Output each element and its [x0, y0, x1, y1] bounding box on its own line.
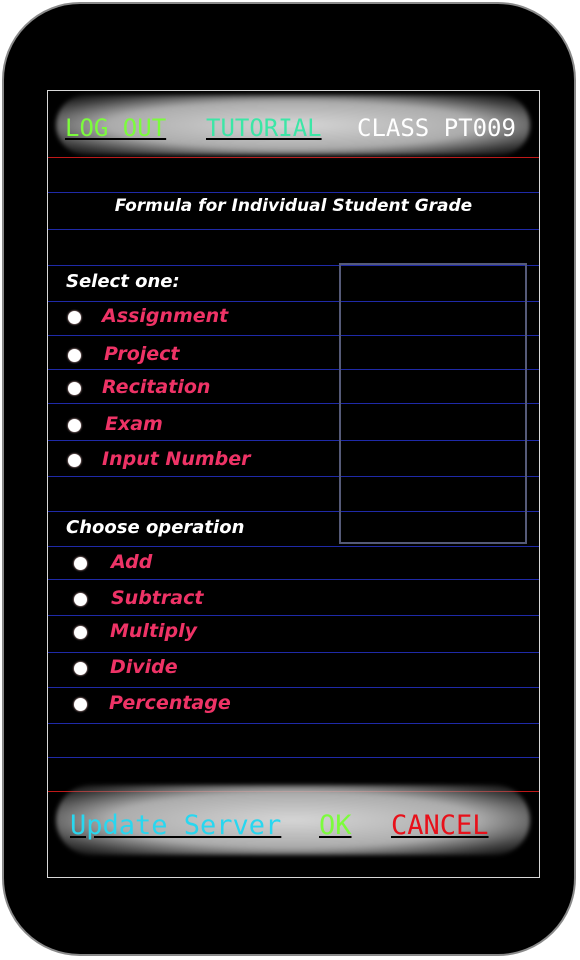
option-label: Project	[104, 343, 180, 365]
ruled-line	[48, 615, 539, 616]
ruled-line	[48, 157, 539, 158]
radio-percentage[interactable]: Percentage	[74, 692, 274, 718]
ruled-line	[48, 546, 539, 547]
radio-dot-icon	[74, 698, 87, 711]
option-label: Add	[111, 551, 153, 573]
radio-divide[interactable]: Divide	[74, 656, 274, 682]
cancel-button[interactable]: CANCEL	[391, 809, 489, 843]
radio-dot-icon	[68, 311, 81, 324]
ruled-line	[48, 723, 539, 724]
ruled-line	[48, 192, 539, 193]
ruled-line	[48, 229, 539, 230]
select-one-label: Select one:	[66, 271, 180, 292]
class-label: CLASS PT009	[357, 114, 516, 142]
radio-input-number[interactable]: Input Number	[68, 448, 288, 474]
radio-dot-icon	[68, 349, 81, 362]
ruled-line	[48, 757, 539, 758]
radio-dot-icon	[68, 382, 81, 395]
radio-project[interactable]: Project	[68, 343, 268, 369]
choose-operation-label: Choose operation	[66, 517, 245, 538]
update-server-button[interactable]: Update Server	[70, 809, 281, 843]
page-title: Formula for Individual Student Grade	[114, 196, 473, 216]
ruled-line	[48, 687, 539, 688]
radio-dot-icon	[74, 662, 87, 675]
app-screen: LOG OUT TUTORIAL CLASS PT009 Formula for…	[47, 90, 540, 878]
ruled-line	[48, 652, 539, 653]
radio-dot-icon	[74, 626, 87, 639]
radio-assignment[interactable]: Assignment	[68, 305, 268, 331]
option-label: Exam	[105, 413, 163, 435]
phone-frame: LOG OUT TUTORIAL CLASS PT009 Formula for…	[2, 2, 576, 956]
cancel-label: CANCEL	[391, 810, 489, 841]
formula-preview-box	[339, 263, 527, 544]
radio-multiply[interactable]: Multiply	[74, 620, 274, 646]
tutorial-link[interactable]: TUTORIAL	[206, 113, 322, 143]
logout-link[interactable]: LOG OUT	[65, 113, 166, 143]
radio-exam[interactable]: Exam	[68, 413, 268, 439]
radio-dot-icon	[68, 454, 81, 467]
radio-add[interactable]: Add	[74, 551, 274, 577]
option-label: Percentage	[109, 692, 231, 714]
radio-dot-icon	[68, 419, 81, 432]
ok-label: OK	[319, 810, 352, 841]
logout-label: LOG OUT	[65, 114, 167, 142]
radio-subtract[interactable]: Subtract	[74, 587, 274, 613]
option-label: Multiply	[110, 620, 198, 642]
option-label: Subtract	[111, 587, 204, 609]
ok-button[interactable]: OK	[319, 809, 352, 843]
option-label: Recitation	[102, 376, 211, 398]
radio-recitation[interactable]: Recitation	[68, 376, 268, 402]
ruled-line	[48, 579, 539, 580]
option-label: Assignment	[102, 305, 229, 327]
radio-dot-icon	[74, 557, 87, 570]
option-label: Input Number	[102, 448, 251, 470]
radio-dot-icon	[74, 593, 87, 606]
option-label: Divide	[110, 656, 178, 678]
update-server-label: Update Server	[70, 810, 282, 841]
tutorial-label: TUTORIAL	[206, 114, 322, 142]
